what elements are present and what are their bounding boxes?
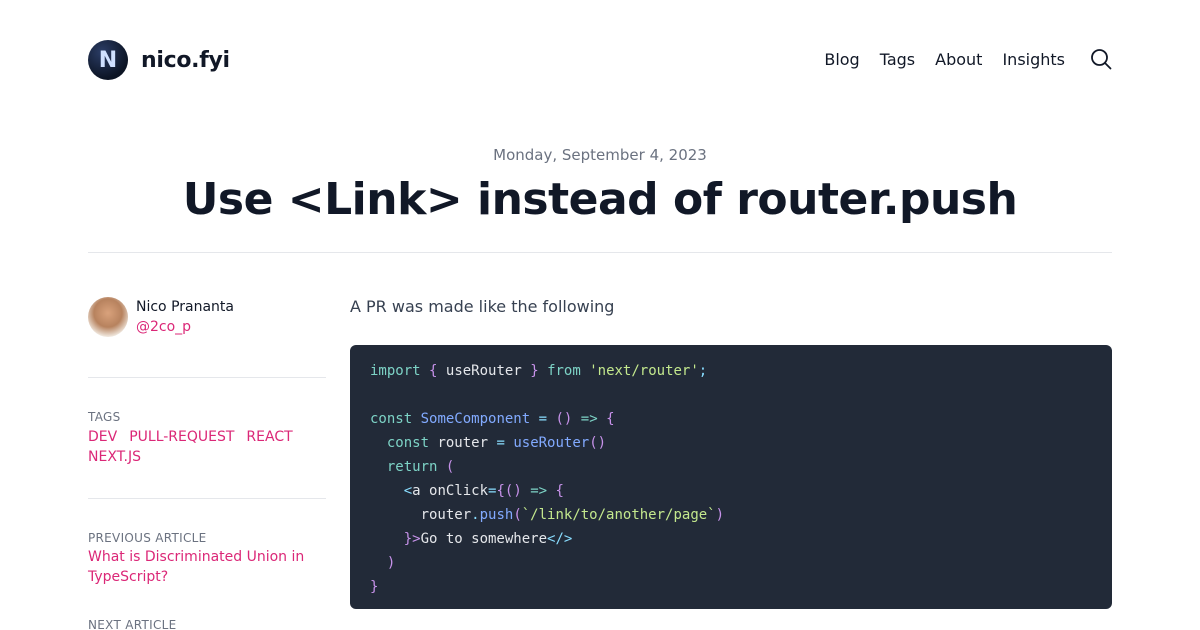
next-article-label: NEXT ARTICLE bbox=[88, 618, 177, 630]
code-token: => bbox=[530, 483, 548, 499]
code-token: push bbox=[479, 507, 514, 523]
main-nav: Blog Tags About Insights bbox=[824, 48, 1112, 70]
title-divider bbox=[88, 252, 1112, 253]
code-token: { bbox=[496, 483, 505, 499]
code-token: } bbox=[370, 579, 379, 595]
tag-link[interactable]: REACT bbox=[246, 427, 292, 447]
code-token: a bbox=[412, 483, 421, 499]
code-token: const bbox=[370, 411, 413, 427]
code-token: ( bbox=[445, 459, 455, 475]
code-token: = bbox=[496, 435, 505, 451]
nav-blog[interactable]: Blog bbox=[824, 50, 859, 69]
code-token: </> bbox=[547, 531, 573, 547]
code-token: ; bbox=[698, 363, 708, 379]
sidebar-divider bbox=[88, 377, 326, 378]
previous-article-link[interactable]: What is Discriminated Union in TypeScrip… bbox=[88, 547, 326, 587]
article-title: Use <Link> instead of router.push bbox=[182, 174, 1018, 225]
code-token: useRouter bbox=[445, 363, 522, 379]
article-date: Monday, September 4, 2023 bbox=[493, 146, 707, 164]
code-token: = bbox=[538, 411, 548, 427]
code-token: () bbox=[589, 435, 607, 451]
code-token: ( bbox=[513, 507, 522, 523]
code-token: 'next/router' bbox=[589, 363, 699, 379]
tag-link[interactable]: NEXT.JS bbox=[88, 447, 141, 467]
article-intro: A PR was made like the following bbox=[350, 297, 615, 316]
code-token: from bbox=[547, 363, 581, 379]
site-logo[interactable]: N bbox=[88, 40, 128, 80]
author-handle-link[interactable]: @2co_p bbox=[136, 317, 234, 337]
code-token: ) bbox=[715, 507, 725, 523]
nav-insights[interactable]: Insights bbox=[1002, 50, 1065, 69]
nav-tags[interactable]: Tags bbox=[880, 50, 915, 69]
author-card: Nico Prananta @2co_p bbox=[88, 297, 234, 337]
code-token: router bbox=[420, 507, 472, 523]
previous-article-label: PREVIOUS ARTICLE bbox=[88, 531, 207, 545]
sidebar-divider bbox=[88, 498, 326, 499]
author-name: Nico Prananta bbox=[136, 299, 234, 315]
site-name[interactable]: nico.fyi bbox=[141, 48, 230, 73]
code-token: return bbox=[386, 459, 438, 475]
code-token: => bbox=[580, 411, 598, 427]
search-icon[interactable] bbox=[1090, 48, 1112, 70]
brand[interactable]: N nico.fyi bbox=[88, 40, 230, 80]
tag-list: DEV PULL-REQUEST REACT NEXT.JS bbox=[88, 427, 326, 467]
code-token: } bbox=[530, 363, 539, 379]
code-token: { bbox=[429, 363, 438, 379]
code-token: onClick bbox=[429, 483, 489, 499]
code-token: useRouter bbox=[513, 435, 590, 451]
code-token: }> bbox=[403, 531, 421, 547]
tags-label: TAGS bbox=[88, 410, 121, 424]
code-token: { bbox=[606, 411, 615, 427]
tag-link[interactable]: DEV bbox=[88, 427, 117, 447]
code-token: router bbox=[437, 435, 489, 451]
code-token: < bbox=[403, 483, 413, 499]
code-token: { bbox=[555, 483, 564, 499]
code-token: ) bbox=[386, 555, 396, 571]
site-header: N nico.fyi Blog Tags About Insights bbox=[88, 40, 1112, 80]
code-token: import bbox=[370, 363, 421, 379]
code-token: () bbox=[555, 411, 573, 427]
avatar bbox=[88, 297, 128, 337]
code-token: const bbox=[386, 435, 430, 451]
nav-about[interactable]: About bbox=[935, 50, 982, 69]
code-block: import { useRouter } from 'next/router';… bbox=[350, 345, 1112, 609]
code-token: Go to somewhere bbox=[420, 531, 548, 547]
code-token: SomeComponent bbox=[420, 411, 531, 427]
code-token: `/link/to/another/page` bbox=[521, 507, 716, 523]
code-token: . bbox=[471, 507, 480, 523]
tag-link[interactable]: PULL-REQUEST bbox=[129, 427, 234, 447]
code-token: () bbox=[504, 483, 522, 499]
